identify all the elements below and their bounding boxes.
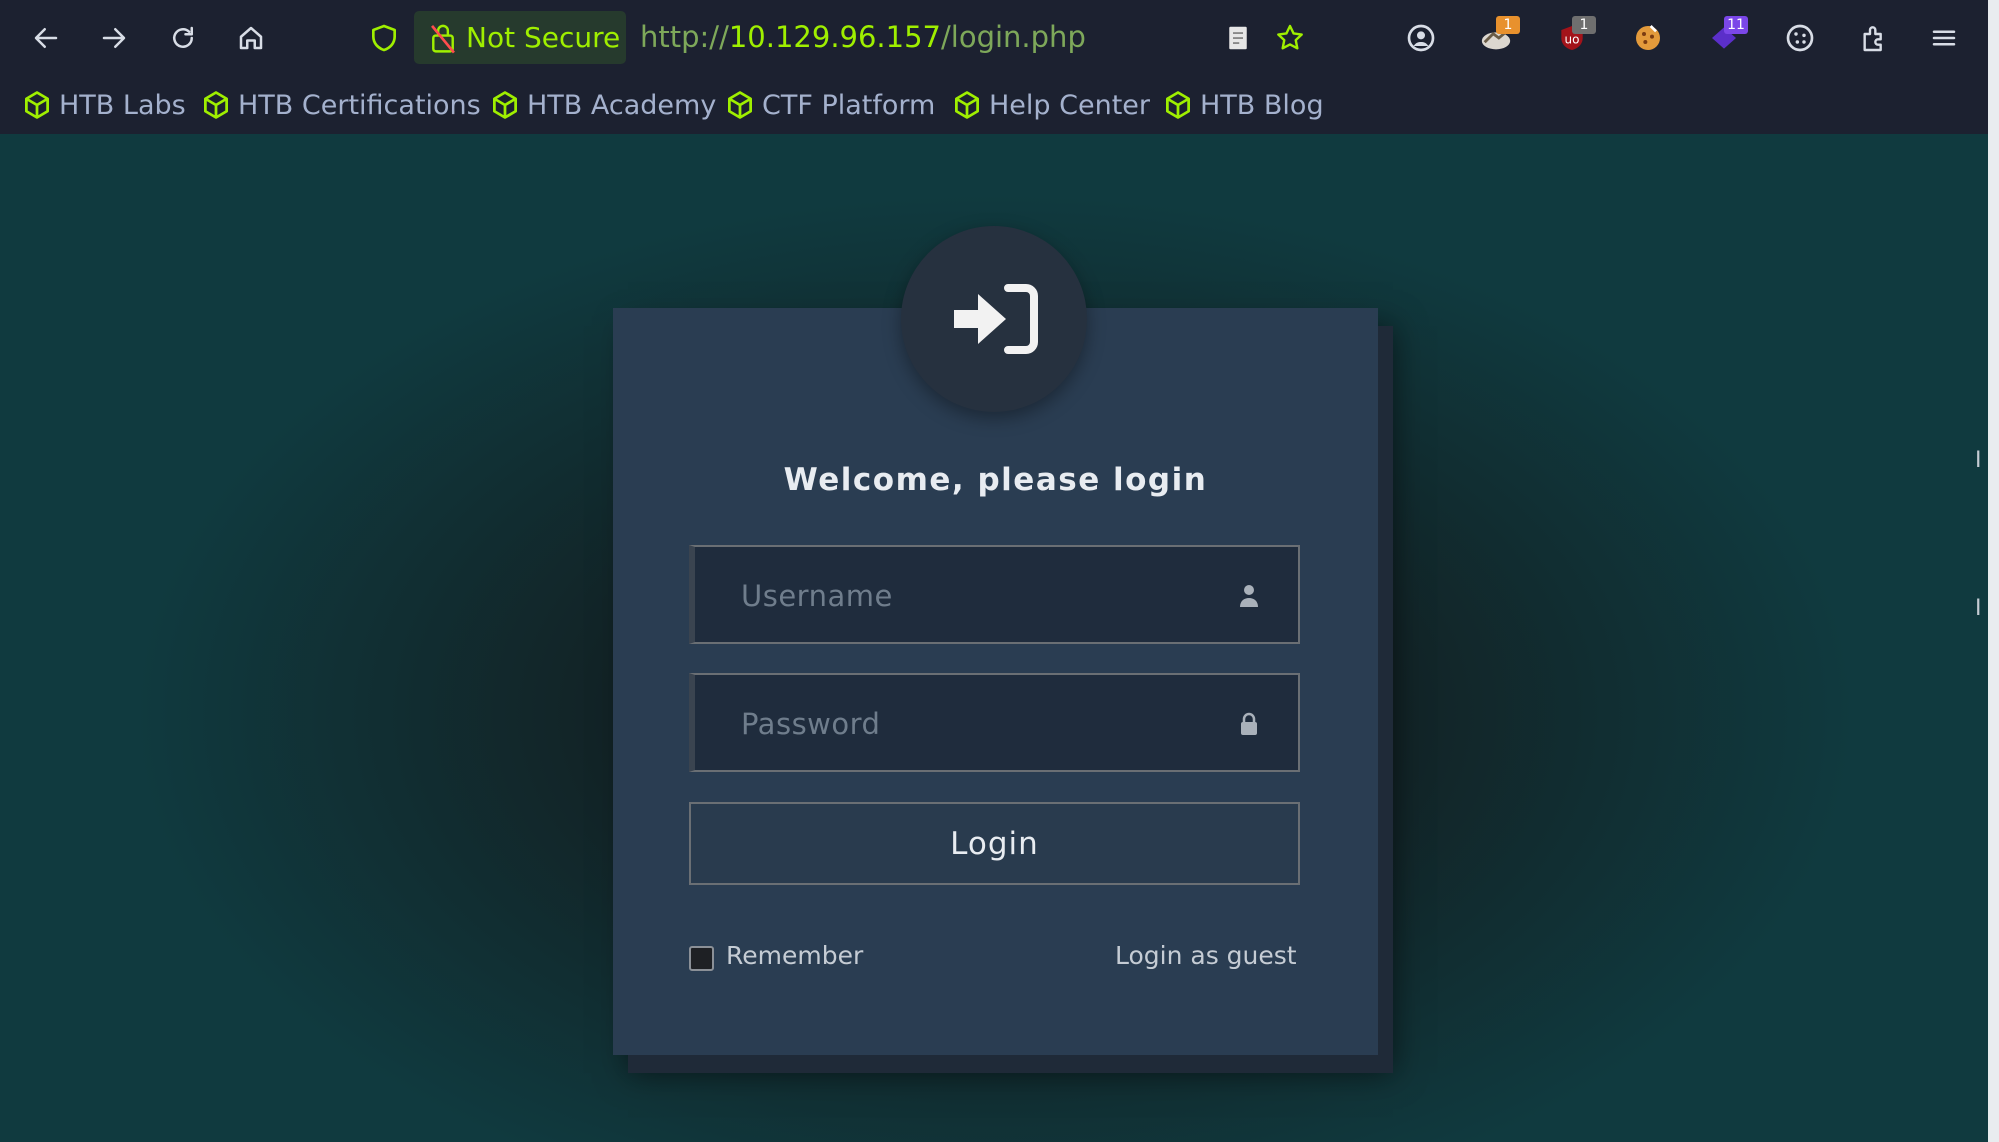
security-label: Not Secure bbox=[466, 21, 621, 54]
url-path: /login.php bbox=[941, 20, 1086, 54]
cookies-button[interactable] bbox=[1778, 16, 1822, 60]
login-title: Welcome, please login bbox=[783, 462, 1208, 498]
remember-label[interactable]: Remember bbox=[726, 941, 863, 970]
bookmark-ctf-platform[interactable]: CTF Platform bbox=[725, 86, 935, 124]
cookie-extension-button[interactable] bbox=[1626, 16, 1670, 60]
remember-checkbox[interactable] bbox=[689, 946, 714, 971]
svg-text:uo: uo bbox=[1565, 32, 1580, 46]
arrow-left-icon bbox=[34, 28, 58, 48]
url-host: 10.129.96.157 bbox=[728, 20, 942, 54]
extension-hacker-button[interactable]: 1 bbox=[1474, 16, 1520, 60]
cookie-extension-icon bbox=[1636, 25, 1660, 50]
broken-lock-icon bbox=[431, 24, 455, 53]
bookmark-label: HTB Certifications bbox=[238, 89, 481, 121]
window-edge bbox=[1988, 0, 1999, 1142]
reload-icon bbox=[173, 26, 193, 48]
extensions-icon bbox=[1863, 26, 1882, 52]
page-content: Welcome, please login Login Remember Log… bbox=[0, 134, 1988, 1142]
extensions-button[interactable] bbox=[1852, 16, 1896, 60]
home-icon bbox=[239, 26, 263, 50]
extension-badge: 11 bbox=[1724, 16, 1748, 34]
cookies-icon bbox=[1786, 24, 1814, 52]
browser-toolbar: Not Secure http://10.129.96.157/login.ph… bbox=[0, 0, 1988, 76]
extension-badge: 1 bbox=[1572, 16, 1596, 34]
bookmark-label: Help Center bbox=[989, 89, 1151, 121]
username-field bbox=[689, 545, 1300, 644]
security-indicator[interactable]: Not Secure bbox=[414, 11, 626, 64]
bookmark-star-icon bbox=[1277, 24, 1303, 50]
bookmark-htb-blog[interactable]: HTB Blog bbox=[1163, 86, 1324, 124]
user-icon bbox=[1240, 585, 1258, 607]
reload-button[interactable] bbox=[164, 19, 202, 57]
purple-extension-button[interactable]: 11 bbox=[1702, 16, 1748, 60]
ublock-button[interactable]: uo 1 bbox=[1550, 16, 1596, 60]
bookmark-htb-academy[interactable]: HTB Academy bbox=[490, 86, 716, 124]
htb-cube-icon bbox=[25, 91, 49, 119]
bookmark-star-button[interactable] bbox=[1268, 16, 1312, 60]
htb-cube-icon bbox=[955, 91, 979, 119]
login-button[interactable]: Login bbox=[689, 802, 1300, 885]
url-scheme: http:// bbox=[640, 20, 729, 54]
login-badge bbox=[901, 226, 1087, 412]
menu-button[interactable] bbox=[1922, 16, 1966, 60]
menu-icon bbox=[1932, 30, 1956, 46]
home-button[interactable] bbox=[232, 19, 270, 57]
bookmark-label: HTB Academy bbox=[527, 89, 717, 121]
text-cursor-icon: I bbox=[1975, 448, 1982, 473]
text-cursor-icon: I bbox=[1975, 596, 1982, 621]
username-input[interactable] bbox=[739, 547, 1223, 644]
account-button[interactable] bbox=[1399, 16, 1443, 60]
url-bar[interactable]: http://10.129.96.157/login.php bbox=[640, 20, 1086, 54]
arrow-right-icon bbox=[102, 28, 126, 48]
htb-cube-icon bbox=[1166, 91, 1190, 119]
bookmark-label: HTB Labs bbox=[59, 89, 186, 121]
htb-cube-icon bbox=[728, 91, 752, 119]
htb-cube-icon bbox=[204, 91, 228, 119]
bookmark-label: HTB Blog bbox=[1200, 89, 1324, 121]
bookmark-help-center[interactable]: Help Center bbox=[952, 86, 1150, 124]
sign-in-icon bbox=[954, 284, 1038, 354]
bookmark-htb-labs[interactable]: HTB Labs bbox=[22, 86, 186, 124]
bookmarks-bar: HTB Labs HTB Certifications HTB Academy … bbox=[0, 76, 1988, 134]
forward-button[interactable] bbox=[95, 19, 133, 57]
bookmark-label: CTF Platform bbox=[762, 89, 936, 121]
lock-icon bbox=[1241, 712, 1257, 735]
shield-icon bbox=[372, 24, 396, 52]
password-input[interactable] bbox=[739, 675, 1223, 772]
reader-view-button[interactable] bbox=[1216, 16, 1260, 60]
bookmark-htb-certifications[interactable]: HTB Certifications bbox=[201, 86, 481, 124]
extension-badge: 1 bbox=[1496, 16, 1520, 34]
password-field bbox=[689, 673, 1300, 772]
reader-view-icon bbox=[1229, 26, 1247, 50]
account-icon bbox=[1407, 24, 1435, 52]
htb-cube-icon bbox=[493, 91, 517, 119]
tracking-protection-button[interactable] bbox=[366, 20, 402, 56]
back-button[interactable] bbox=[27, 19, 65, 57]
login-as-guest-link[interactable]: Login as guest bbox=[1115, 941, 1297, 970]
